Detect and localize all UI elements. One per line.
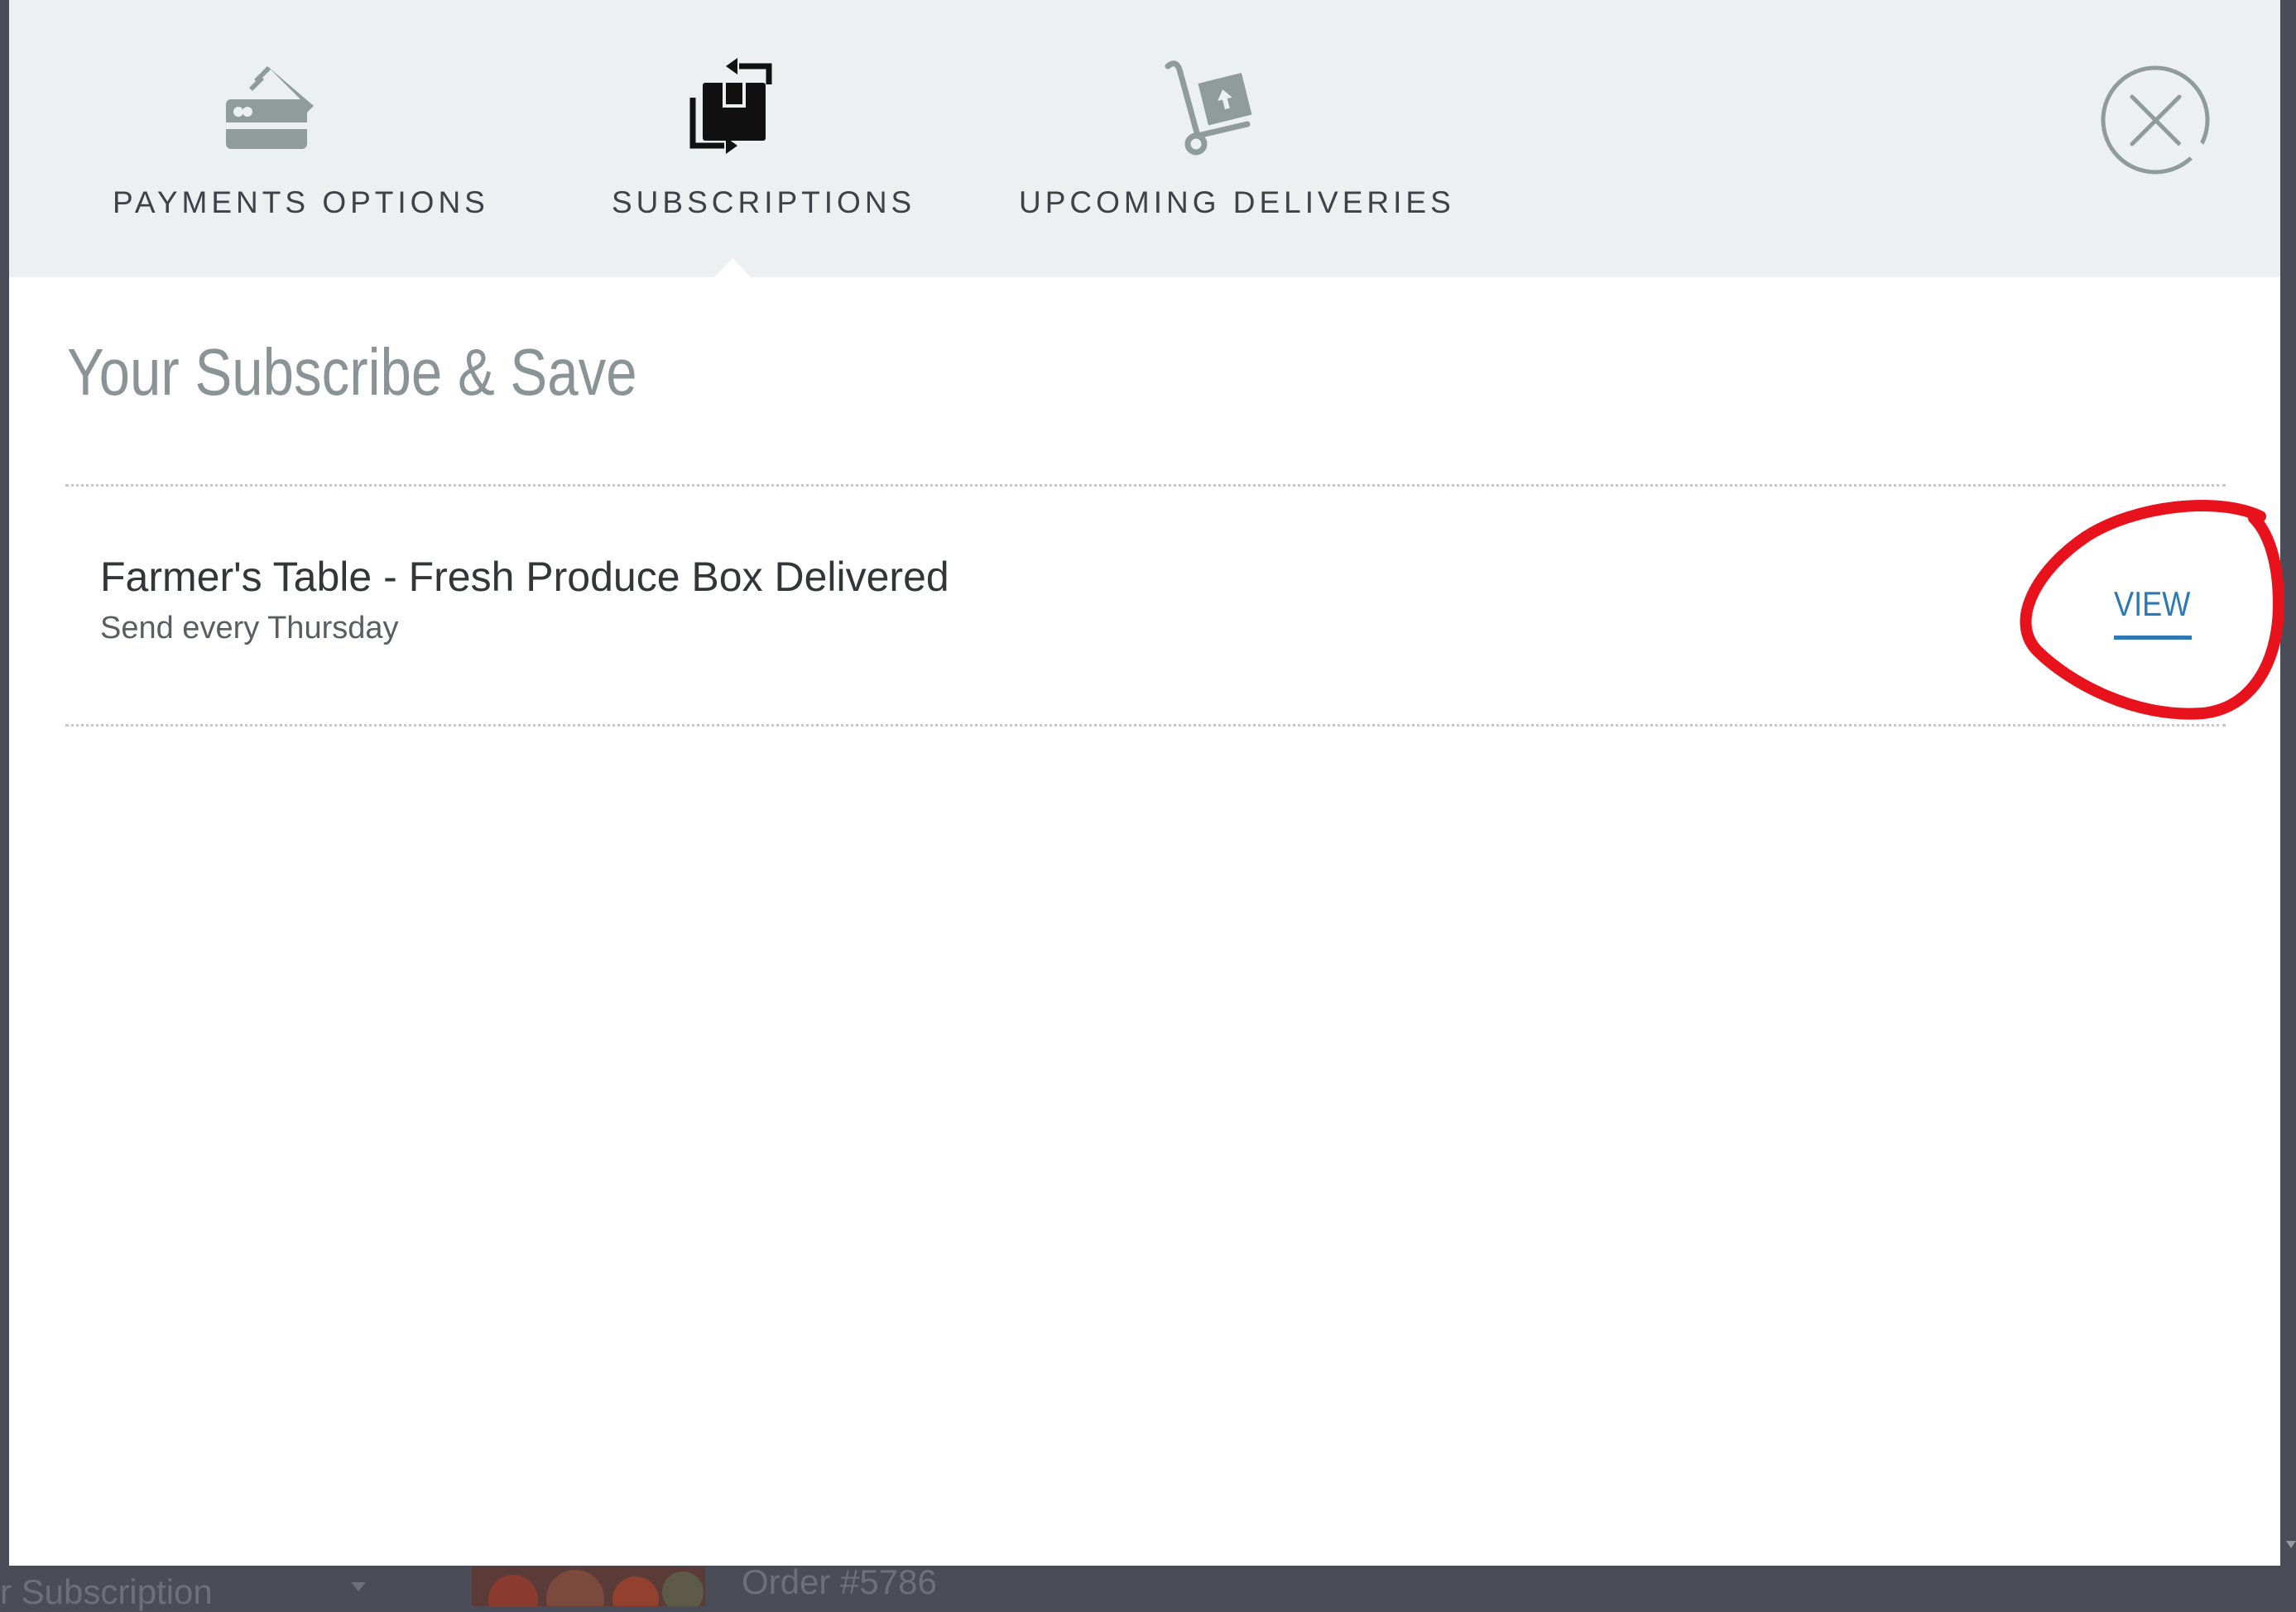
close-circle-icon[interactable] (2095, 60, 2216, 180)
background-product-thumbnail (472, 1566, 705, 1606)
page-title: Your Subscribe & Save (67, 335, 637, 409)
subscription-schedule: Send every Thursday (100, 611, 399, 645)
tab-payments-options[interactable]: PAYMENTS OPTIONS (92, 0, 485, 277)
tab-bar: PAYMENTS OPTIONS SUBSCRIPTIONS UPCOMING … (9, 0, 2280, 277)
active-tab-pointer (714, 258, 751, 277)
tab-payments-options-label: PAYMENTS OPTIONS (113, 185, 489, 219)
view-link-underline (2114, 636, 2192, 640)
tab-upcoming-deliveries-label: UPCOMING DELIVERIES (1019, 185, 1455, 219)
account-modal: PAYMENTS OPTIONS SUBSCRIPTIONS UPCOMING … (9, 0, 2284, 1566)
scrollbar-down-arrow-icon[interactable] (2286, 1541, 2296, 1548)
subscription-row: Farmer's Table - Fresh Produce Box Deliv… (65, 487, 2226, 725)
background-order-number: Order #5786 (742, 1562, 937, 1601)
subscription-name: Farmer's Table - Fresh Produce Box Deliv… (100, 554, 949, 600)
tab-upcoming-deliveries[interactable]: UPCOMING DELIVERIES (1002, 0, 1451, 277)
background-select-caret-icon (351, 1582, 366, 1591)
background-page-strip (0, 1566, 2296, 1606)
credit-card-icon (226, 66, 314, 149)
subscription-box-icon (689, 58, 772, 154)
tab-subscriptions-label: SUBSCRIPTIONS (612, 185, 916, 219)
hand-truck-icon (1165, 60, 1252, 156)
view-subscription-link[interactable]: VIEW (2114, 584, 2190, 624)
tab-subscriptions[interactable]: SUBSCRIPTIONS (588, 0, 911, 277)
divider-bottom (65, 724, 2226, 727)
